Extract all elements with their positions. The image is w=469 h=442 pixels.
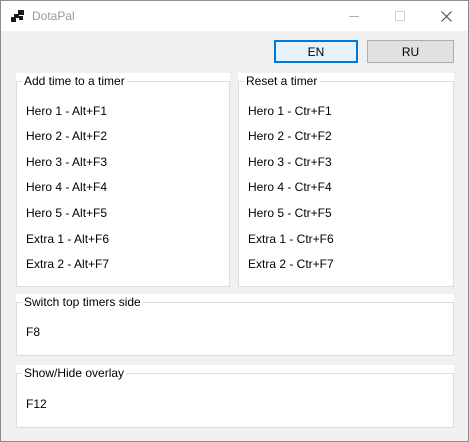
add-time-item: Hero 2 - Alt+F2 <box>26 129 108 143</box>
reset-item: Hero 5 - Ctr+F5 <box>248 206 332 220</box>
add-time-item: Hero 4 - Alt+F4 <box>26 180 108 194</box>
client-area: EN RU Add time to a timer Hero 1 - Alt+F… <box>1 31 468 441</box>
close-button[interactable] <box>423 1 468 31</box>
dotapal-window: DotaPal EN RU Add time to a timer Hero 1… <box>0 0 469 442</box>
close-icon <box>440 10 452 22</box>
window-title: DotaPal <box>32 9 75 23</box>
overlay-panel: Show/Hide overlay F12 <box>16 365 454 428</box>
reset-item: Hero 3 - Ctr+F3 <box>248 155 332 169</box>
reset-panel: Reset a timer Hero 1 - Ctr+F1 Hero 2 - C… <box>238 73 454 287</box>
russian-language-button[interactable]: RU <box>367 40 454 63</box>
reset-item: Extra 2 - Ctr+F7 <box>248 257 334 271</box>
english-language-button[interactable]: EN <box>274 40 358 63</box>
overlay-group-title: Show/Hide overlay <box>22 366 127 380</box>
add-time-item: Hero 3 - Alt+F3 <box>26 155 108 169</box>
reset-item: Extra 1 - Ctr+F6 <box>248 232 334 246</box>
switch-side-group-title: Switch top timers side <box>22 295 143 309</box>
reset-item: Hero 4 - Ctr+F4 <box>248 180 332 194</box>
overlay-group-box: Show/Hide overlay <box>16 366 454 428</box>
switch-side-group-box: Switch top timers side <box>16 295 454 356</box>
minimize-icon <box>349 16 359 17</box>
switch-side-panel: Switch top timers side F8 <box>16 294 454 356</box>
reset-item: Hero 1 - Ctr+F1 <box>248 104 332 118</box>
add-time-item: Extra 1 - Alt+F6 <box>26 232 110 246</box>
reset-item: Hero 2 - Ctr+F2 <box>248 129 332 143</box>
add-time-item: Extra 2 - Alt+F7 <box>26 257 110 271</box>
app-icon <box>11 10 24 22</box>
add-time-item: Hero 5 - Alt+F5 <box>26 206 108 220</box>
minimize-button[interactable] <box>331 1 377 31</box>
add-time-group-title: Add time to a timer <box>22 74 127 88</box>
maximize-button[interactable] <box>377 1 423 31</box>
add-time-panel: Add time to a timer Hero 1 - Alt+F1 Hero… <box>16 73 230 287</box>
title-bar[interactable]: DotaPal <box>1 1 468 31</box>
maximize-icon <box>395 11 405 21</box>
reset-group-title: Reset a timer <box>244 74 320 88</box>
overlay-key: F12 <box>26 397 47 411</box>
add-time-item: Hero 1 - Alt+F1 <box>26 104 108 118</box>
switch-side-key: F8 <box>26 325 41 339</box>
